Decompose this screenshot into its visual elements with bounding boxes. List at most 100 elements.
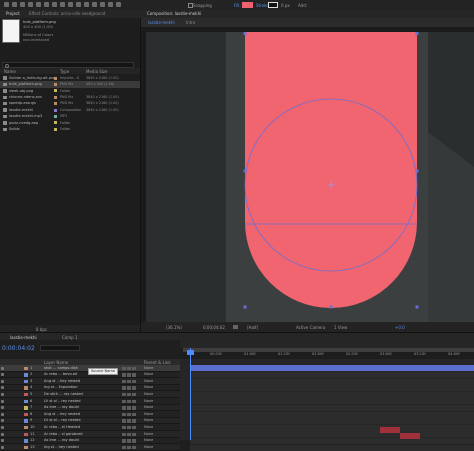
layer-label-color[interactable] xyxy=(24,392,28,397)
layer-switch[interactable] xyxy=(127,445,131,450)
pill-shape[interactable] xyxy=(245,32,417,308)
layer-duration-bar[interactable] xyxy=(190,371,474,378)
layer-switch[interactable] xyxy=(127,432,131,436)
layer-row[interactable]: 5 De stirk ... rey nested None xyxy=(0,391,180,398)
parent-dropdown[interactable]: None xyxy=(144,438,153,442)
layer-row[interactable]: 7 As lme ... roy dould None xyxy=(0,404,180,412)
layer-row[interactable]: 3 Ang st .. hey nested None xyxy=(0,378,180,385)
camera-dropdown[interactable]: Active Camera xyxy=(296,325,325,330)
label-color-swatch[interactable] xyxy=(54,102,57,106)
layer-segment[interactable] xyxy=(380,427,400,433)
bbox-handle[interactable] xyxy=(243,169,247,173)
parent-dropdown[interactable]: None xyxy=(144,372,153,376)
layer-duration-bar[interactable] xyxy=(190,378,474,385)
label-color-swatch[interactable] xyxy=(54,121,57,125)
visibility-eye-icon[interactable] xyxy=(1,379,4,383)
layer-switch[interactable] xyxy=(122,419,126,423)
layer-switch[interactable] xyxy=(132,419,136,423)
bbox-handle[interactable] xyxy=(415,305,419,309)
parent-dropdown[interactable]: None xyxy=(144,379,153,383)
layer-row[interactable]: 8 Ang st .. hey nested None xyxy=(0,411,180,418)
layer-switch[interactable] xyxy=(122,373,126,377)
hand-tool-icon[interactable] xyxy=(20,2,25,7)
bbox-handle[interactable] xyxy=(329,305,333,309)
layer-switch[interactable] xyxy=(132,399,136,403)
layer-label-color[interactable] xyxy=(24,379,28,384)
current-time-indicator[interactable] xyxy=(190,348,191,440)
layer-switch[interactable] xyxy=(132,373,136,377)
project-item[interactable]: Solids Folder xyxy=(0,126,140,132)
visibility-eye-icon[interactable] xyxy=(1,406,4,410)
layer-label-color[interactable] xyxy=(24,399,28,403)
bbox-handle[interactable] xyxy=(243,305,247,309)
type-tool-icon[interactable] xyxy=(76,2,81,7)
label-color-swatch[interactable] xyxy=(54,76,57,80)
current-time[interactable]: 0;00;04;02 xyxy=(203,325,225,330)
layer-switch[interactable] xyxy=(132,386,136,390)
layer-label-color[interactable] xyxy=(24,419,28,423)
exposure-value[interactable]: +0.0 xyxy=(395,325,405,330)
layer-row[interactable]: 9 LV st ol .. rey nested None xyxy=(0,417,180,425)
parent-dropdown[interactable]: None xyxy=(144,425,153,429)
visibility-eye-icon[interactable] xyxy=(1,419,4,423)
layer-duration-bar[interactable] xyxy=(190,444,474,451)
resolution-dropdown[interactable]: (Half) xyxy=(247,325,258,330)
layer-label-color[interactable] xyxy=(24,412,28,417)
project-tab[interactable]: Project xyxy=(6,11,20,16)
layer-duration-bar[interactable] xyxy=(190,385,474,392)
layer-duration-bar[interactable] xyxy=(190,418,474,425)
layer-duration-bar[interactable] xyxy=(190,431,474,438)
pen-tool-icon[interactable] xyxy=(68,2,73,7)
selection-tool-icon[interactable] xyxy=(12,2,17,7)
clone-tool-icon[interactable] xyxy=(92,2,97,7)
layer-label-color[interactable] xyxy=(24,445,28,450)
layer-name[interactable]: Ang st .. hey nested xyxy=(44,412,80,416)
layer-label-color[interactable] xyxy=(24,373,28,377)
label-color-swatch[interactable] xyxy=(54,108,57,112)
layer-switch[interactable] xyxy=(132,406,136,410)
layer-label-color[interactable] xyxy=(24,425,28,430)
puppet-tool-icon[interactable] xyxy=(116,2,121,7)
parent-dropdown[interactable]: None xyxy=(144,418,153,422)
parent-dropdown[interactable]: None xyxy=(144,399,153,403)
visibility-eye-icon[interactable] xyxy=(1,432,4,436)
layer-switch[interactable] xyxy=(122,425,126,430)
label-color-swatch[interactable] xyxy=(54,82,57,86)
layer-name[interactable]: Ing st .. Expolation xyxy=(44,385,78,389)
shape-tool-icon[interactable] xyxy=(60,2,65,7)
layer-name[interactable]: Ar rebo ... bevo.alt xyxy=(44,372,77,376)
layer-name[interactable]: De stirk ... rey nested xyxy=(44,392,83,396)
layer-duration-bar[interactable] xyxy=(190,391,474,398)
effect-controls-tab[interactable]: Effect Controls: arnix-ville seedground xyxy=(29,11,105,16)
roto-tool-icon[interactable] xyxy=(108,2,113,7)
layer-switch[interactable] xyxy=(122,406,126,410)
timeline-tab-comp1[interactable]: Comp 1 xyxy=(62,335,78,340)
visibility-eye-icon[interactable] xyxy=(1,425,4,429)
visibility-eye-icon[interactable] xyxy=(1,373,4,377)
layer-duration-bar[interactable] xyxy=(190,398,474,405)
layer-switch[interactable] xyxy=(122,412,126,417)
layer-switch[interactable] xyxy=(132,366,136,370)
fill-swatch[interactable] xyxy=(242,2,253,8)
layer-switch[interactable] xyxy=(127,373,131,377)
layer-switch[interactable] xyxy=(127,399,131,403)
parent-dropdown[interactable]: None xyxy=(144,366,153,370)
playhead-handle[interactable] xyxy=(187,350,194,355)
layer-name[interactable]: As lme ... roy dould xyxy=(44,405,79,409)
bbox-handle[interactable] xyxy=(415,32,419,35)
parent-dropdown[interactable]: None xyxy=(144,412,153,416)
layer-row[interactable]: 4 Ing st .. Expolation None xyxy=(0,384,180,392)
timeline-tab-main[interactable]: lasstie-mekhi xyxy=(10,335,37,340)
layer-switch[interactable] xyxy=(122,366,126,370)
layer-name[interactable]: Ing st .. hey nested xyxy=(44,445,79,449)
layer-switch[interactable] xyxy=(127,425,131,430)
layer-switch[interactable] xyxy=(122,379,126,384)
layer-switch[interactable] xyxy=(122,445,126,450)
layer-segment[interactable] xyxy=(400,433,420,439)
col-type[interactable]: Type xyxy=(60,69,69,74)
camera-tool-icon[interactable] xyxy=(44,2,49,7)
layer-row[interactable]: 12 As lme ... roy dould None xyxy=(0,437,180,445)
layer-duration-bar[interactable] xyxy=(190,404,474,411)
layer-row[interactable]: 10 Ar rebo .. el Headed None xyxy=(0,424,180,431)
visibility-eye-icon[interactable] xyxy=(1,392,4,396)
